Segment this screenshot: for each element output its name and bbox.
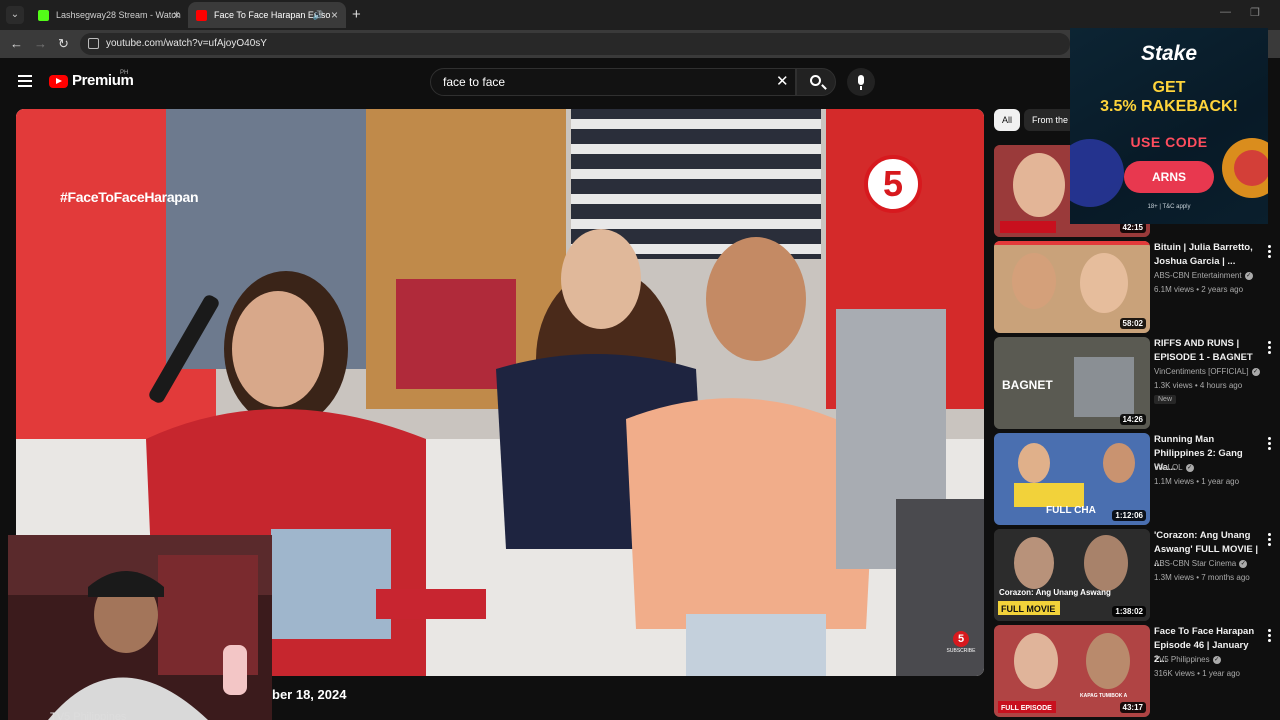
tab-search-button[interactable]: ⌄ <box>6 6 24 24</box>
thumbnail-caption-2: FULL MOVIE <box>1001 604 1055 614</box>
tv5-logo: 5 <box>864 155 922 213</box>
webcam-overlay <box>8 535 272 720</box>
site-info-icon[interactable] <box>88 38 99 49</box>
youtube-logo-icon[interactable] <box>49 75 68 88</box>
upload-date: ber 18, 2024 <box>272 687 347 702</box>
recommendation-item[interactable]: FULL CHA 1:12:06 Running Man Philippines… <box>994 433 1280 525</box>
video-title[interactable]: Bituin | Julia Barretto, Joshua Garcia |… <box>1154 241 1264 269</box>
clear-search-icon[interactable]: ✕ <box>776 72 789 90</box>
region-label: PH <box>120 70 129 76</box>
verified-icon: ✓ <box>1185 463 1194 472</box>
browser-tab-kick[interactable]: Lashsegway28 Stream - Watch × <box>30 2 188 28</box>
recommendation-item[interactable]: 58:02 Bituin | Julia Barretto, Joshua Ga… <box>994 241 1280 333</box>
new-tab-button[interactable]: + <box>352 6 361 23</box>
recommendation-item[interactable]: Corazon: Ang Unang Aswang FULL MOVIE 1:3… <box>994 529 1280 621</box>
webcam-feed <box>8 535 272 720</box>
thumbnail-caption-2: KAPAG TUMIBOK A <box>1080 693 1128 699</box>
verified-icon: ✓ <box>1239 559 1248 568</box>
tv5-watermark-icon: 5 <box>953 631 969 647</box>
video-meta: 316K views • 1 year ago <box>1154 669 1240 678</box>
recommendation-item[interactable]: FULL EPISODE KAPAG TUMIBOK A 43:17 Face … <box>994 625 1280 717</box>
thumbnail-caption: BAGNET <box>1002 378 1053 392</box>
url-text: youtube.com/watch?v=ufAjoyO40sY <box>106 38 267 49</box>
close-tab-icon[interactable]: × <box>173 2 180 28</box>
channel-name-text: VinCentiments [OFFICIAL] <box>1154 367 1249 376</box>
stake-ad-overlay[interactable]: Stake GET 3.5% RAKEBACK! USE CODE ARNS 1… <box>1070 28 1268 224</box>
chip-from-the-series[interactable]: From the <box>1024 109 1077 131</box>
channel-name-text: ABS-CBN Star Cinema <box>1154 559 1237 568</box>
youtube-favicon-icon <box>196 10 207 21</box>
video-thumbnail[interactable]: FULL CHA 1:12:06 <box>994 433 1150 525</box>
more-options-icon[interactable] <box>1268 629 1271 642</box>
channel-name-text: YouLOL <box>1154 463 1183 472</box>
verified-icon: ✓ <box>1244 271 1253 280</box>
new-badge: New <box>1154 395 1177 404</box>
more-options-icon[interactable] <box>1268 245 1271 258</box>
minimize-icon[interactable]: — <box>1220 6 1231 18</box>
menu-icon[interactable] <box>18 75 32 87</box>
reload-icon[interactable]: ↻ <box>58 36 69 52</box>
duration-badge: 43:17 <box>1119 702 1146 713</box>
duration-badge: 1:12:06 <box>1112 510 1146 521</box>
video-thumbnail[interactable]: FULL EPISODE KAPAG TUMIBOK A 43:17 <box>994 625 1150 717</box>
subscribe-watermark-label: SUBSCRIBE <box>946 648 976 654</box>
video-thumbnail[interactable]: BAGNET 14:26 <box>994 337 1150 429</box>
more-options-icon[interactable] <box>1268 341 1271 354</box>
channel-name[interactable]: ABS-CBN Entertainment ✓ <box>1154 271 1253 280</box>
channel-name[interactable]: ABS-CBN Star Cinema ✓ <box>1154 559 1248 568</box>
channel-name-text: TV5 Philippines <box>1154 655 1210 664</box>
video-title[interactable]: RIFFS AND RUNS | EPISODE 1 - BAGNET <box>1154 337 1264 365</box>
maximize-icon[interactable]: ❐ <box>1250 6 1260 19</box>
channel-name[interactable]: TV5 Philippines <box>50 711 126 720</box>
search-button[interactable] <box>796 68 836 96</box>
thumbnail-caption: FULL EPISODE <box>1001 705 1052 712</box>
duration-badge: 1:38:02 <box>1112 606 1146 617</box>
microphone-icon <box>858 75 864 90</box>
more-options-icon[interactable] <box>1268 437 1271 450</box>
kick-favicon-icon <box>38 10 49 21</box>
video-meta: 1.1M views • 1 year ago <box>1154 477 1240 486</box>
thumbnail-caption: FULL CHA <box>1046 505 1096 516</box>
channel-name[interactable]: VinCentiments [OFFICIAL] ✓ <box>1154 367 1260 376</box>
search-icon <box>810 75 821 86</box>
video-meta: 1.3M views • 7 months ago <box>1154 573 1250 582</box>
search-input[interactable] <box>443 75 743 89</box>
more-options-icon[interactable] <box>1268 533 1271 546</box>
video-meta: 1.3K views • 4 hours ago <box>1154 381 1243 390</box>
voice-search-button[interactable] <box>847 68 875 96</box>
video-thumbnail[interactable]: 58:02 <box>994 241 1150 333</box>
verified-icon: ✓ <box>1212 655 1221 664</box>
duration-badge: 58:02 <box>1119 318 1146 329</box>
browser-tab-bar: ⌄ Lashsegway28 Stream - Watch × Face To … <box>0 0 1280 30</box>
show-hashtag: #FaceToFaceHarapan <box>60 189 199 205</box>
browser-tab-youtube[interactable]: Face To Face Harapan Episo 🔊 × <box>188 2 346 28</box>
ad-fine-print: 18+ | T&C apply <box>1147 204 1191 210</box>
ad-headline-line1: GET <box>1152 79 1186 96</box>
search-box <box>430 68 796 96</box>
verified-icon: ✓ <box>1251 367 1260 376</box>
ad-headline: GET 3.5% RAKEBACK! <box>1070 78 1268 116</box>
back-icon[interactable]: ← <box>10 36 23 51</box>
filter-chips: All From the <box>994 109 1080 131</box>
channel-name[interactable]: YouLOL ✓ <box>1154 463 1194 472</box>
forward-icon[interactable]: → <box>34 36 47 51</box>
tab-title: Lashsegway28 Stream - Watch <box>56 10 181 20</box>
stake-logo: Stake <box>1140 42 1198 65</box>
subscribe-watermark[interactable]: 5 SUBSCRIBE <box>946 631 976 654</box>
video-meta: 6.1M views • 2 years ago <box>1154 285 1244 294</box>
audio-playing-icon[interactable]: 🔊 <box>313 2 324 28</box>
recommendation-item[interactable]: BAGNET 14:26 RIFFS AND RUNS | EPISODE 1 … <box>994 337 1280 429</box>
duration-badge: 14:26 <box>1119 414 1146 425</box>
channel-name-text: ABS-CBN Entertainment <box>1154 271 1242 280</box>
close-tab-icon[interactable]: × <box>331 2 338 28</box>
video-thumbnail[interactable]: Corazon: Ang Unang Aswang FULL MOVIE 1:3… <box>994 529 1150 621</box>
thumbnail-caption: Corazon: Ang Unang Aswang <box>999 588 1111 597</box>
ad-code-button[interactable]: ARNS <box>1124 161 1214 193</box>
ad-headline-line2: 3.5% RAKEBACK! <box>1100 98 1238 115</box>
chip-all[interactable]: All <box>994 109 1021 131</box>
url-field[interactable]: youtube.com/watch?v=ufAjoyO40sY <box>80 33 1070 55</box>
video-action-bar[interactable] <box>640 712 980 720</box>
ad-code-label: USE CODE <box>1130 134 1208 150</box>
channel-name[interactable]: TV5 Philippines ✓ <box>1154 655 1221 664</box>
